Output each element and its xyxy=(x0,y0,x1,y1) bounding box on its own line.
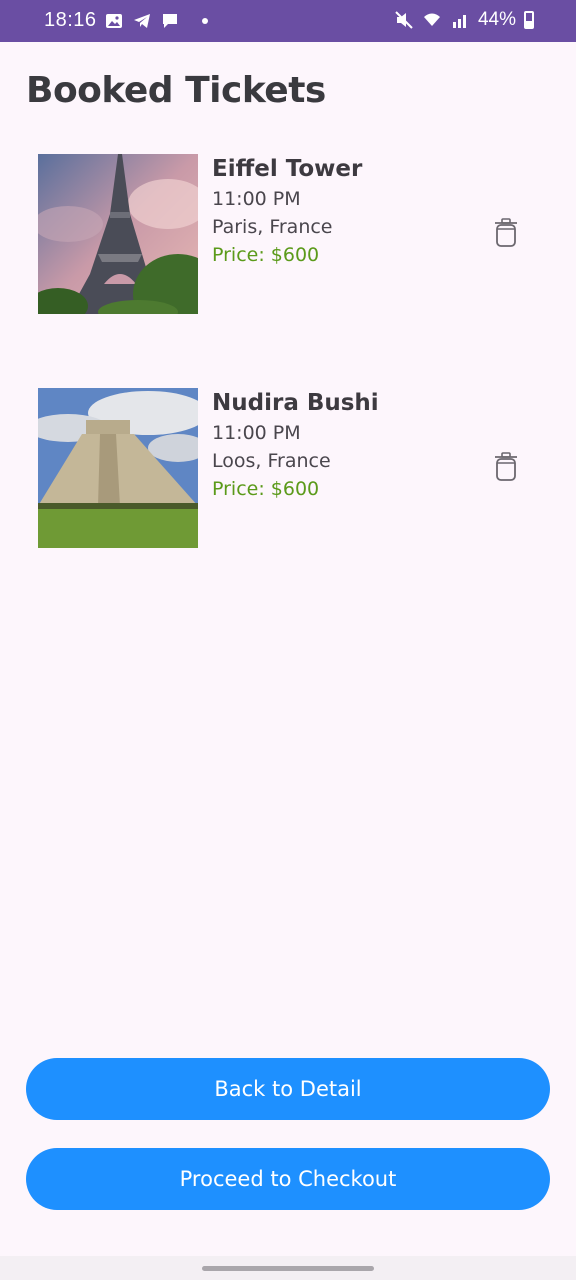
ticket-location: Loos, France xyxy=(212,450,331,472)
message-icon xyxy=(163,14,177,28)
trash-icon[interactable] xyxy=(494,218,518,248)
mute-icon xyxy=(395,11,413,29)
ticket-time: 11:00 PM xyxy=(212,422,301,444)
trash-icon[interactable] xyxy=(494,452,518,482)
proceed-to-checkout-button[interactable]: Proceed to Checkout xyxy=(26,1148,550,1210)
image-icon xyxy=(106,14,122,28)
telegram-icon xyxy=(134,14,150,28)
status-time: 18:16 xyxy=(44,9,97,31)
ticket-price: Price: $600 xyxy=(212,478,320,500)
back-to-detail-button[interactable]: Back to Detail xyxy=(26,1058,550,1120)
notification-icons xyxy=(104,11,208,31)
page-title: Booked Tickets xyxy=(26,70,326,111)
battery-percent: 44% xyxy=(477,9,516,30)
ticket-time: 11:00 PM xyxy=(212,188,301,210)
wifi-icon xyxy=(423,13,440,26)
ticket-info: Nudira Bushi 11:00 PM Loos, France Price… xyxy=(212,390,379,500)
home-indicator[interactable] xyxy=(202,1266,374,1271)
ticket-name: Eiffel Tower xyxy=(212,156,363,182)
ticket-info: Eiffel Tower 11:00 PM Paris, France Pric… xyxy=(212,156,362,266)
signal-icon xyxy=(452,15,466,28)
ticket-card: Nudira Bushi 11:00 PM Loos, France Price… xyxy=(38,388,538,548)
ticket-name: Nudira Bushi xyxy=(212,390,379,416)
ticket-card: Eiffel Tower 11:00 PM Paris, France Pric… xyxy=(38,154,538,314)
status-bar: 18:16 44% xyxy=(0,0,576,42)
ticket-location: Paris, France xyxy=(212,216,333,238)
ticket-image-nudira-bushi xyxy=(38,388,198,548)
navigation-bar xyxy=(0,1256,576,1280)
battery-icon xyxy=(524,11,534,29)
notification-dot xyxy=(202,18,208,24)
system-icons: 44% xyxy=(394,9,534,31)
ticket-image-eiffel-tower xyxy=(38,154,198,314)
ticket-price: Price: $600 xyxy=(212,244,320,266)
